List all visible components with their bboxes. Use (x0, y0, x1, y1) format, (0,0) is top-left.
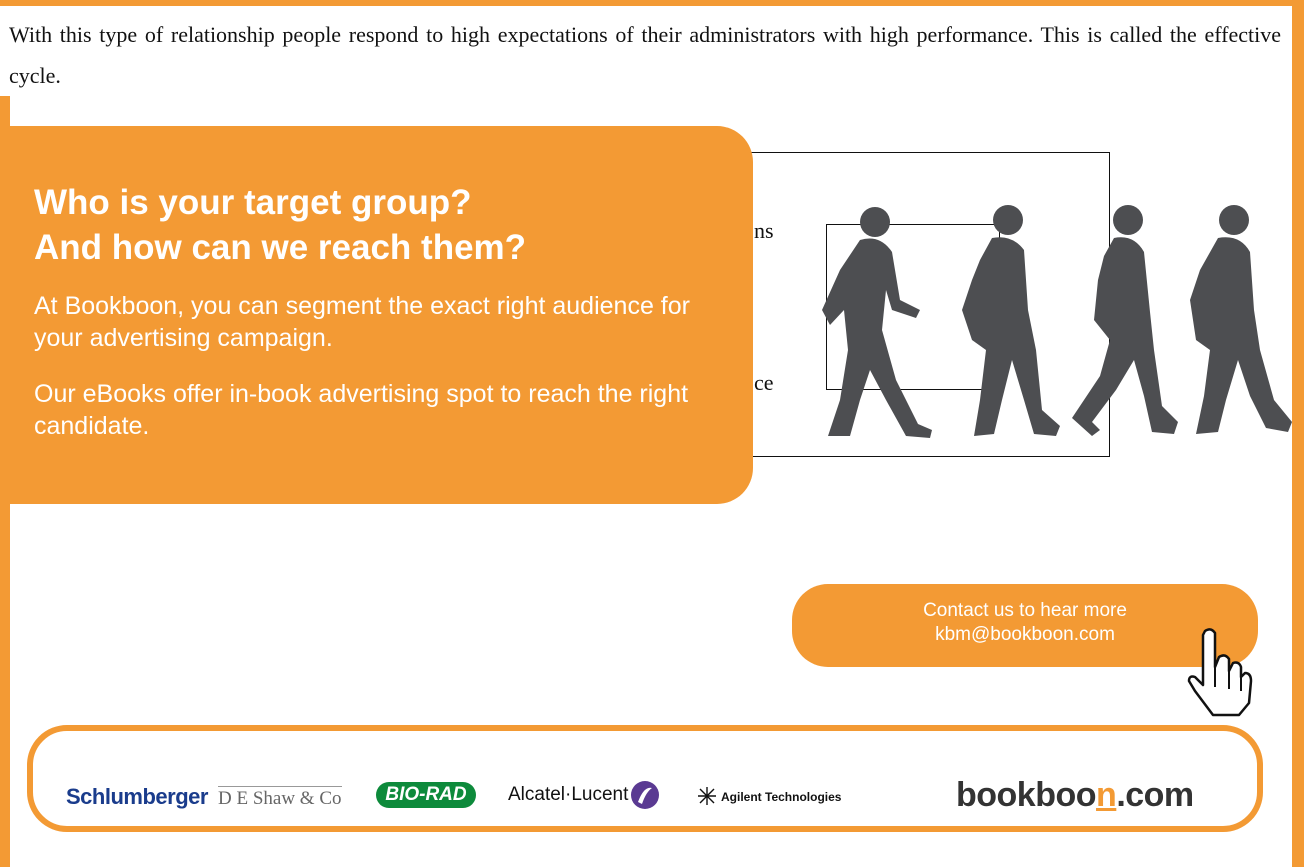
ad-headline-line-1: Who is your target group? (34, 183, 472, 222)
ad-headline: Who is your target group? And how can we… (34, 180, 526, 270)
schlumberger-logo: Schlumberger (66, 784, 208, 809)
frame-top-border (0, 0, 1304, 6)
bookboon-logo: bookboon.com (956, 776, 1194, 815)
ad-headline-line-2: And how can we reach them? (34, 228, 527, 267)
agilent-spark-icon (698, 787, 716, 805)
contact-line-1: Contact us to hear more (923, 600, 1127, 621)
deshaw-logo: D E Shaw & Co (218, 786, 342, 809)
diagram-label-fragment-2: ce (754, 370, 774, 395)
ad-body-text-2: Our eBooks offer in-book advertising spo… (34, 380, 689, 440)
alcatel-lucent-logo: Alcatel·Lucent (508, 784, 629, 805)
ad-body-text-1: At Bookboon, you can segment the exact r… (34, 292, 690, 352)
bookboon-logo-accent: n (1096, 776, 1117, 814)
alcatel-lucent-emblem-icon (631, 781, 659, 809)
bookboon-logo-text-2: .com (1116, 776, 1194, 814)
person-silhouette-4 (1190, 205, 1292, 434)
document-paragraph: With this type of relationship people re… (9, 22, 1281, 88)
person-silhouette-3 (1072, 205, 1178, 436)
walking-people-image (822, 205, 1292, 438)
person-silhouette-1 (822, 207, 932, 438)
diagram-label-fragment-1: ns (754, 218, 774, 243)
biorad-logo: BIO-RAD (376, 782, 476, 808)
agilent-logo: Agilent Technologies (721, 790, 842, 804)
person-silhouette-2 (962, 205, 1060, 436)
bookboon-logo-text-1: bookboo (956, 776, 1097, 814)
hand-pointer-icon (1187, 628, 1253, 717)
